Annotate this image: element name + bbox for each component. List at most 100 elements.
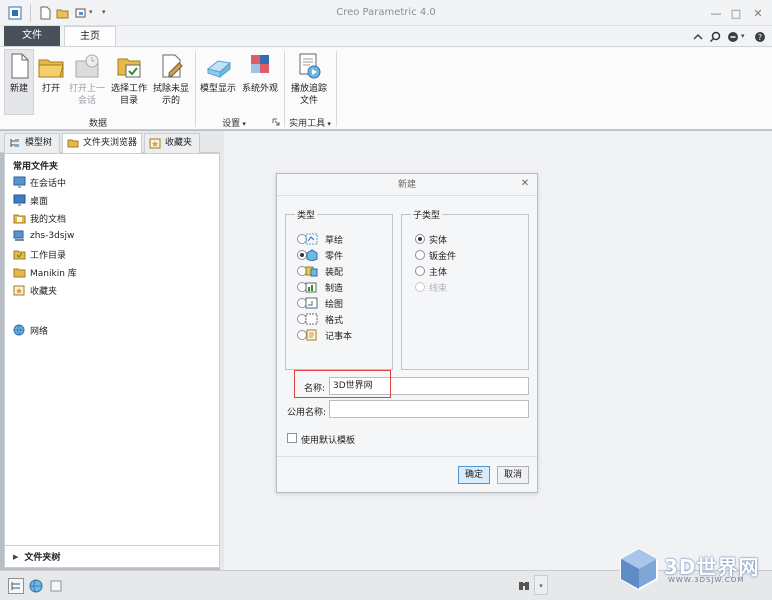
use-default-template-checkbox[interactable] [287, 433, 297, 443]
tab-favorites-label: 收藏夹 [165, 138, 193, 148]
open-button[interactable]: 打开 [36, 49, 66, 115]
type-option-drawing[interactable]: 绘图 [285, 295, 393, 311]
title-bar: ▾ ▾ Creo Parametric 4.0 — □ ✕ [0, 0, 772, 26]
type-option-notebook[interactable]: 记事本 [285, 327, 393, 343]
drawing-icon [305, 297, 318, 309]
filter-dropdown-icon[interactable]: ▾ [534, 575, 548, 595]
tab-model-tree[interactable]: 模型树 [4, 133, 60, 153]
type-option-manufacturing[interactable]: 制造 [285, 279, 393, 295]
subtype-group-label: 子类型 [411, 208, 443, 221]
radio-bulk[interactable] [415, 266, 425, 276]
close-window-button[interactable]: ✕ [748, 4, 768, 22]
maximize-button[interactable]: □ [726, 4, 746, 22]
tab-file[interactable]: 文件 [4, 26, 60, 46]
erase-not-displayed-label-2: 示的 [161, 96, 180, 106]
settings-launcher-icon[interactable] [272, 118, 280, 126]
folder-my-documents[interactable]: 我的文档 [13, 210, 66, 226]
new-document-icon [4, 51, 34, 81]
open-last-session-label-1: 打开上一 [68, 84, 105, 94]
cancel-button[interactable]: 取消 [497, 466, 529, 484]
type-manufacturing-label: 制造 [325, 284, 344, 294]
help-dropdown-icon[interactable]: ▾ [741, 32, 745, 40]
subtype-option-bulk[interactable]: 主体 [415, 263, 523, 279]
show-navigator-icon[interactable] [8, 578, 24, 594]
select-working-directory-button[interactable]: 选择工作 目录 [108, 49, 150, 115]
manufacturing-icon [305, 281, 318, 293]
group-label-settings[interactable]: 设置 ▾ [198, 116, 270, 129]
collapse-ribbon-icon[interactable] [690, 29, 705, 44]
folder-computer[interactable]: zhs-3dsjw [13, 228, 74, 244]
expand-arrow-icon: ▶ [13, 552, 19, 561]
show-browser-icon[interactable] [28, 578, 44, 594]
folder-network[interactable]: 网络 [13, 322, 48, 338]
group-separator [284, 51, 285, 127]
watermark-url: WWW.3DSJW.COM [668, 576, 745, 584]
folder-in-session[interactable]: 在会话中 [13, 174, 66, 190]
tab-home[interactable]: 主页 [64, 26, 116, 46]
type-option-format[interactable]: 格式 [285, 311, 393, 327]
system-appearance-button[interactable]: 系统外观 [240, 49, 280, 115]
use-default-template-label: 使用默认模板 [301, 436, 356, 446]
find-binoculars-icon[interactable] [516, 578, 532, 594]
select-working-directory-label-1: 选择工作 [110, 84, 147, 94]
select-working-directory-label-2: 目录 [119, 96, 138, 106]
folder-tree-toggle[interactable]: ▶ 文件夹树 [4, 546, 220, 568]
new-button-label: 新建 [9, 84, 28, 94]
help-center-icon[interactable] [725, 29, 740, 44]
common-name-input[interactable] [329, 400, 529, 418]
help-icon[interactable]: ? [752, 29, 767, 44]
folder-favorites[interactable]: 收藏夹 [13, 282, 57, 298]
full-screen-icon[interactable] [48, 578, 64, 594]
erase-not-displayed-label-1: 拭除未显 [152, 84, 189, 94]
dialog-title: 新建 [277, 174, 537, 196]
folder-manikin-library[interactable]: Manikin 库 [13, 264, 77, 280]
folder-working-directory[interactable]: 工作目录 [13, 246, 66, 262]
documents-folder-icon [13, 212, 26, 224]
desktop-icon [13, 194, 26, 206]
computer-icon [13, 230, 26, 242]
erase-not-displayed-button[interactable]: 拭除未显 示的 [150, 49, 192, 115]
dialog-close-icon[interactable]: ✕ [519, 178, 531, 190]
type-format-label: 格式 [325, 316, 344, 326]
minimize-button[interactable]: — [706, 4, 726, 22]
group-separator [336, 51, 337, 127]
dialog-footer-divider [277, 456, 537, 457]
folder-favorites-label: 收藏夹 [30, 286, 58, 297]
type-option-sketch[interactable]: 草绘 [285, 231, 393, 247]
window-title: Creo Parametric 4.0 [336, 7, 436, 18]
manikin-folder-icon [13, 266, 26, 278]
type-option-assembly[interactable]: 装配 [285, 263, 393, 279]
folder-desktop[interactable]: 桌面 [13, 192, 48, 208]
model-display-button[interactable]: 模型显示 [198, 49, 238, 115]
common-folders-heading: 常用文件夹 [13, 162, 59, 172]
new-button[interactable]: 新建 [4, 49, 34, 115]
format-icon [305, 313, 318, 325]
group-label-utilities[interactable]: 实用工具 ▾ [287, 116, 333, 129]
play-trail-file-icon [294, 51, 324, 81]
ok-button[interactable]: 确定 [458, 466, 490, 484]
play-trail-file-label-2: 文件 [299, 96, 318, 106]
folder-tree-label: 文件夹树 [24, 553, 61, 563]
play-trail-file-button[interactable]: 播放追踪 文件 [287, 49, 331, 115]
type-option-part[interactable]: 零件 [285, 247, 393, 263]
svg-text:?: ? [757, 33, 761, 42]
tab-folder-browser-label: 文件夹浏览器 [83, 138, 138, 148]
radio-sheetmetal[interactable] [415, 250, 425, 260]
monitor-icon [13, 176, 26, 188]
network-globe-icon [13, 324, 26, 336]
assembly-icon [305, 265, 318, 277]
tab-folder-browser[interactable]: 文件夹浏览器 [62, 133, 142, 153]
radio-solid[interactable] [415, 234, 425, 244]
group-label-utilities-text: 实用工具 [289, 119, 326, 129]
subtype-option-solid[interactable]: 实体 [415, 231, 523, 247]
type-part-label: 零件 [325, 252, 344, 262]
type-drawing-label: 绘图 [325, 300, 344, 310]
tab-favorites[interactable]: 收藏夹 [144, 133, 200, 153]
ribbon-tab-bar: 文件 主页 ▾ ? [0, 26, 772, 46]
subtype-sheetmetal-label: 钣金件 [429, 252, 457, 262]
search-icon[interactable] [707, 29, 722, 44]
folder-desktop-label: 桌面 [30, 196, 49, 207]
open-last-session-button[interactable]: 打开上一 会话 [66, 49, 108, 115]
subtype-option-harness: 线束 [415, 279, 523, 295]
subtype-option-sheetmetal[interactable]: 钣金件 [415, 247, 523, 263]
